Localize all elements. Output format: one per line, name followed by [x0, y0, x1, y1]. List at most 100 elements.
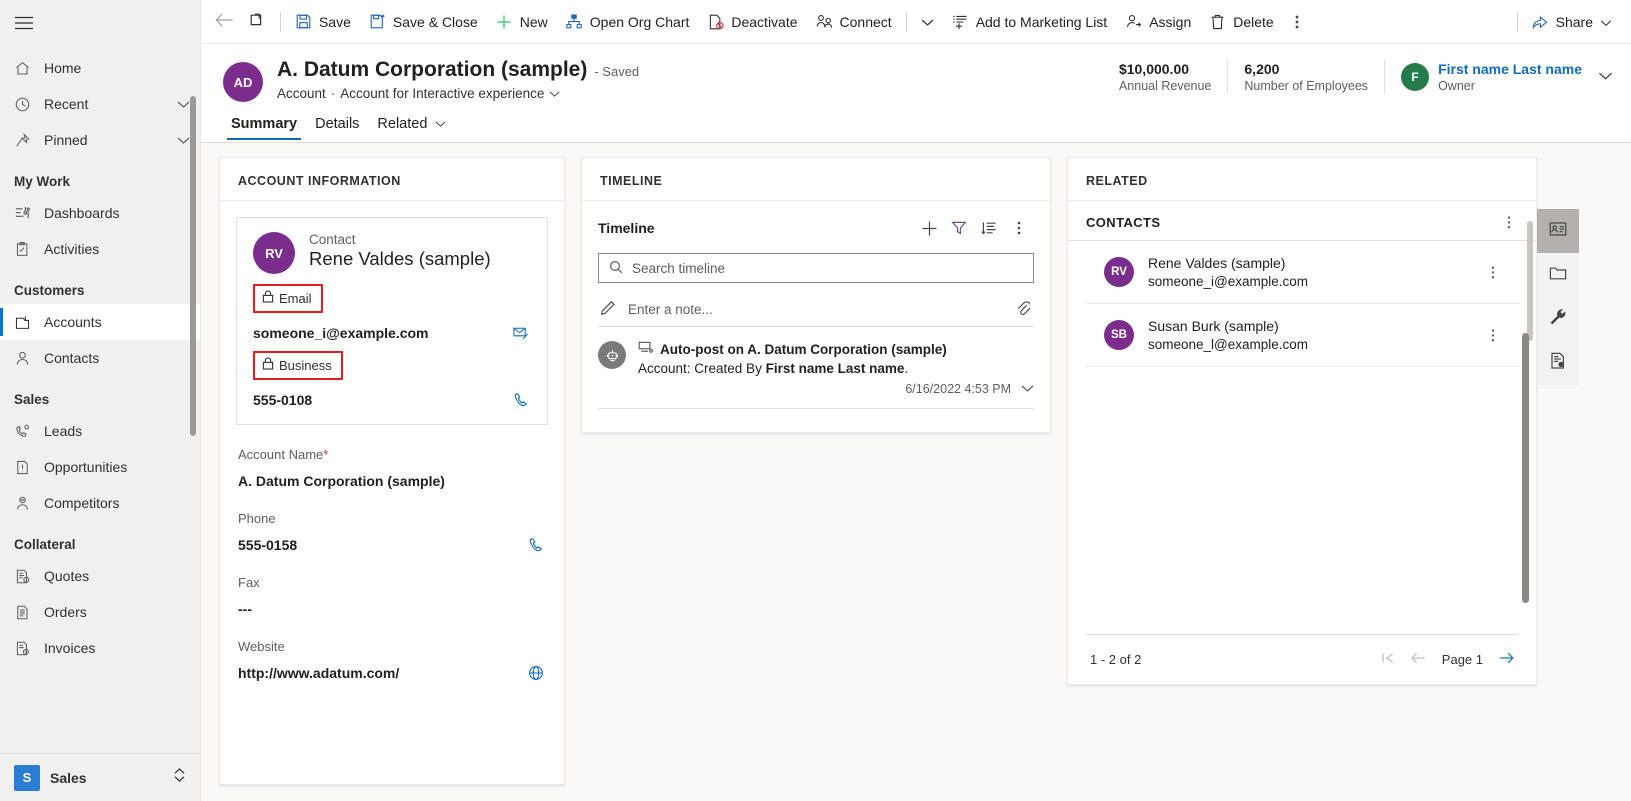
form-tabs: Summary Details Related [201, 102, 1631, 142]
sidebar-item-leads[interactable]: Leads [0, 413, 200, 449]
plus-icon[interactable] [914, 215, 944, 241]
open-org-chart-label: Open Org Chart [590, 14, 690, 30]
save-and-close-button[interactable]: Save & Close [360, 6, 487, 38]
previous-page-icon[interactable] [1411, 652, 1426, 667]
field-value[interactable]: http://www.adatum.com/ [238, 665, 546, 681]
rail-folder-button[interactable] [1537, 253, 1579, 297]
app-switcher[interactable]: S Sales [0, 753, 200, 801]
search-timeline-input[interactable]: Search timeline [598, 253, 1034, 283]
phone-icon[interactable] [528, 537, 546, 553]
deactivate-button[interactable]: Deactivate [698, 6, 806, 38]
sidebar-item-orders[interactable]: Orders [0, 594, 200, 630]
contact-email-row[interactable]: someone_i@example.com [253, 325, 531, 341]
first-page-icon[interactable] [1381, 652, 1395, 667]
sidebar-item-label: Opportunities [44, 459, 200, 475]
send-email-icon[interactable] [513, 326, 529, 340]
business-phone-label-highlight: Business [253, 351, 343, 380]
assign-button[interactable]: Assign [1116, 6, 1200, 38]
filter-icon[interactable] [944, 215, 974, 241]
sidebar-scrollbar[interactable] [190, 96, 196, 436]
contact-phone-row[interactable]: 555-0108 [253, 392, 531, 408]
search-icon [609, 260, 623, 277]
globe-icon[interactable] [528, 665, 546, 681]
sort-icon[interactable] [974, 215, 1004, 241]
timeline-more-icon[interactable] [1004, 215, 1034, 241]
delete-button[interactable]: Delete [1200, 6, 1282, 38]
new-button[interactable]: New [487, 6, 557, 38]
related-contact-name[interactable]: Susan Burk (sample) [1148, 318, 1468, 334]
related-contact-email: someone_i@example.com [1148, 274, 1468, 289]
related-contact-row[interactable]: RV Rene Valdes (sample) someone_i@exampl… [1086, 241, 1520, 304]
related-scrollbar[interactable] [1527, 221, 1533, 341]
tab-summary[interactable]: Summary [223, 112, 305, 142]
updown-chevron-icon[interactable] [173, 767, 186, 788]
add-to-marketing-list-button[interactable]: Add to Marketing List [943, 6, 1117, 38]
chevron-down-icon[interactable] [549, 86, 560, 101]
record-owner[interactable]: F First name Last name Owner [1385, 61, 1582, 93]
back-button[interactable] [207, 6, 241, 38]
next-page-icon[interactable] [1499, 652, 1514, 667]
business-phone-label: Business [279, 358, 332, 373]
sidebar-item-partial[interactable] [0, 666, 200, 702]
related-contact-row[interactable]: SB Susan Burk (sample) someone_l@example… [1086, 304, 1520, 367]
column-timeline: TIMELINE Timeline [581, 157, 1051, 801]
field-value[interactable]: 555-0158 [238, 537, 546, 553]
sidebar-item-label: Contacts [44, 350, 200, 366]
save-icon [295, 14, 312, 29]
sidebar-item-accounts[interactable]: Accounts [0, 304, 200, 340]
stat-value: 6,200 [1244, 61, 1368, 77]
share-button[interactable]: Share [1523, 6, 1621, 38]
rail-document-button[interactable] [1537, 341, 1579, 385]
sidebar-item-contacts[interactable]: Contacts [0, 340, 200, 376]
clock-icon [14, 96, 44, 113]
document-icon [1550, 352, 1566, 374]
rail-wrench-button[interactable] [1537, 297, 1579, 341]
contacts-subgrid-more-icon[interactable] [1498, 215, 1520, 230]
phone-icon[interactable] [513, 392, 529, 408]
hamburger-menu-button[interactable] [0, 0, 200, 46]
connect-label: Connect [840, 14, 892, 30]
timeline-body-prefix: Account: Created By [638, 361, 766, 376]
contact-name[interactable]: Rene Valdes (sample) [309, 248, 491, 270]
enter-note-input[interactable]: Enter a note... [598, 293, 1034, 327]
page-scrollbar[interactable] [1522, 333, 1529, 603]
command-overflow-button[interactable] [1283, 14, 1311, 30]
paperclip-icon[interactable] [1016, 300, 1030, 319]
save-status: - Saved [594, 64, 639, 79]
sidebar-item-label: Leads [44, 423, 200, 439]
owner-name[interactable]: First name Last name [1438, 61, 1582, 77]
save-button[interactable]: Save [286, 6, 360, 38]
tab-details[interactable]: Details [307, 112, 367, 142]
contact-email-value[interactable]: someone_i@example.com [253, 325, 429, 341]
connect-chevron-button[interactable] [912, 6, 943, 38]
sidebar-item-invoices[interactable]: Invoices [0, 630, 200, 666]
sidebar-item-recent[interactable]: Recent [0, 86, 200, 122]
related-pane-rail [1537, 209, 1579, 385]
sidebar-item-competitors[interactable]: Competitors [0, 485, 200, 521]
header-expand-chevron-icon[interactable] [1598, 68, 1613, 86]
sidebar-item-home[interactable]: Home [0, 50, 200, 86]
timeline-entry[interactable]: Auto-post on A. Datum Corporation (sampl… [582, 327, 1050, 406]
related-row-more-icon[interactable] [1482, 328, 1504, 343]
tab-related[interactable]: Related [369, 112, 454, 142]
related-row-more-icon[interactable] [1482, 265, 1504, 280]
sidebar-item-dashboards[interactable]: Dashboards [0, 195, 200, 231]
rail-contact-card-button[interactable] [1537, 209, 1579, 253]
related-contact-name[interactable]: Rene Valdes (sample) [1148, 255, 1468, 271]
sidebar-item-activities[interactable]: Activities [0, 231, 200, 267]
sidebar-item-pinned[interactable]: Pinned [0, 122, 200, 158]
share-label: Share [1556, 14, 1593, 30]
contact-role-label: Contact [309, 232, 491, 247]
connect-button[interactable]: Connect [807, 6, 901, 38]
sidebar-item-opportunities[interactable]: Opportunities [0, 449, 200, 485]
related-card-title: RELATED [1068, 158, 1536, 201]
popout-button[interactable] [241, 6, 275, 38]
field-value[interactable]: A. Datum Corporation (sample) [238, 473, 546, 489]
contact-phone-value[interactable]: 555-0108 [253, 392, 312, 408]
sidebar-item-quotes[interactable]: Quotes [0, 558, 200, 594]
field-value[interactable]: --- [238, 601, 546, 617]
open-org-chart-button[interactable]: Open Org Chart [557, 6, 699, 38]
plus-icon [496, 14, 513, 30]
chevron-down-icon[interactable] [1021, 382, 1034, 396]
primary-contact-tile[interactable]: RV Contact Rene Valdes (sample) Email [236, 217, 548, 425]
